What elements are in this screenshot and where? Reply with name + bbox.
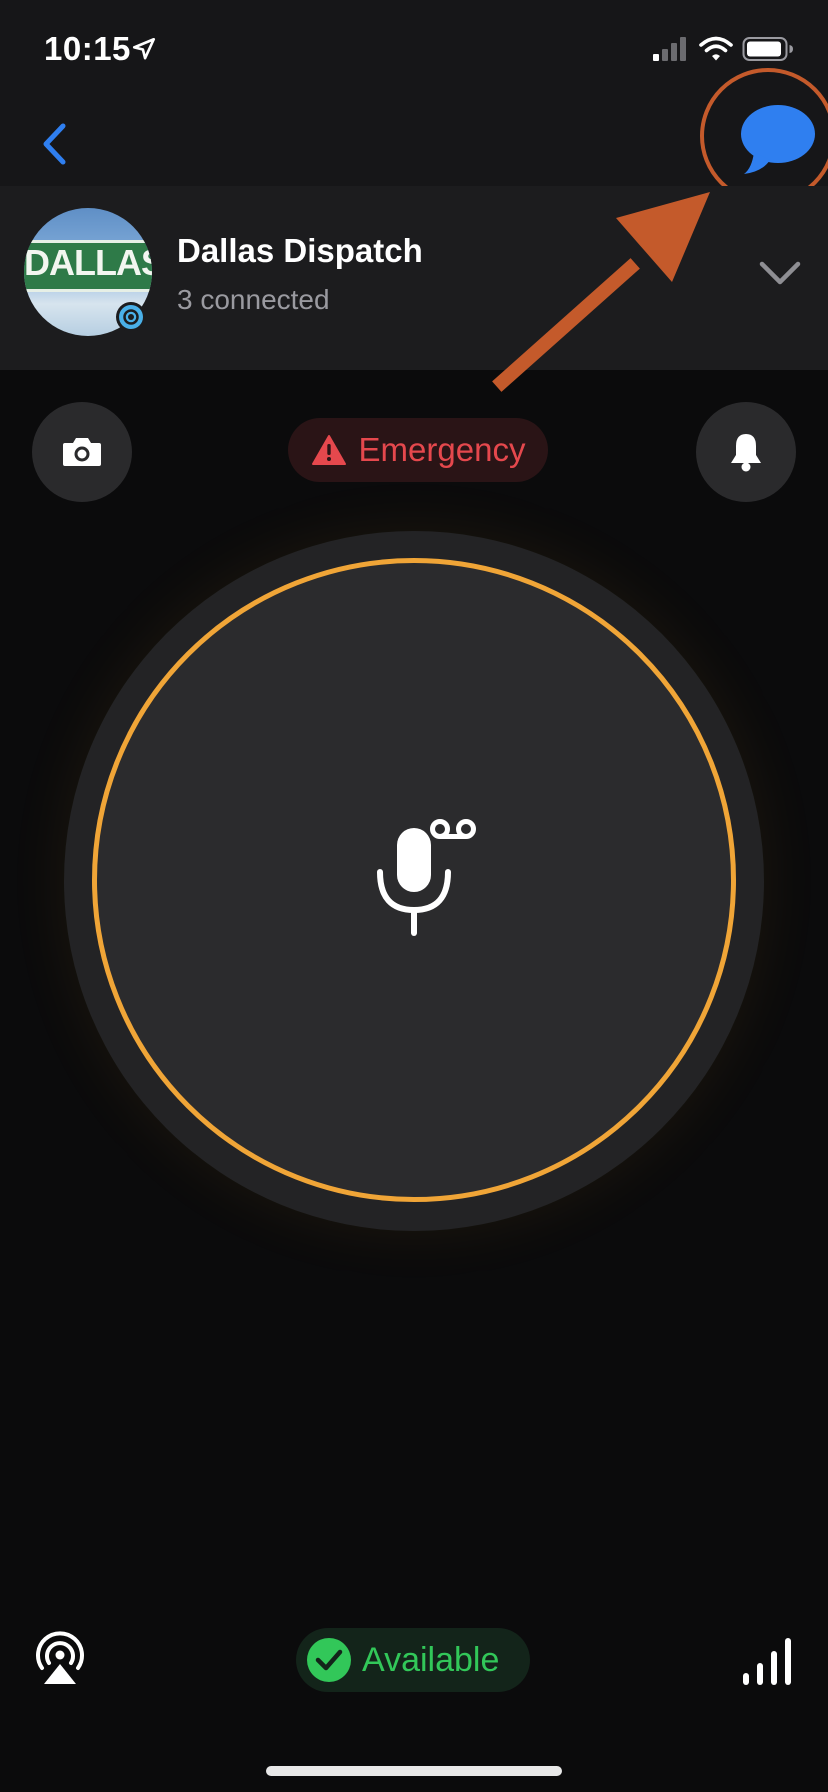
cellular-signal-icon: [653, 37, 686, 61]
signal-bars-icon[interactable]: [740, 1636, 796, 1686]
location-arrow-icon: [132, 37, 156, 60]
warning-triangle-icon: [311, 435, 346, 465]
battery-icon: [742, 37, 793, 61]
connected-count: 3 connected: [177, 284, 330, 315]
wifi-icon: [699, 36, 733, 61]
status-time: 10:15: [44, 30, 131, 67]
home-indicator: [266, 1766, 562, 1776]
annotation-highlight-circle: [700, 68, 828, 204]
availability-button[interactable]: Available: [296, 1628, 530, 1692]
channel-header[interactable]: DALLAS Dallas Dispatch 3 connected: [0, 186, 828, 370]
airplay-icon[interactable]: [32, 1630, 88, 1686]
bell-icon: [731, 434, 761, 472]
channel-name: Dallas Dispatch: [177, 232, 423, 269]
availability-label: Available: [362, 1640, 500, 1679]
microphone-voicemail-icon: [377, 819, 476, 936]
chevron-down-icon[interactable]: [752, 252, 808, 292]
back-chevron-icon: [43, 123, 66, 165]
alert-button[interactable]: [696, 402, 796, 502]
checkmark-icon: [307, 1638, 351, 1682]
camera-button[interactable]: [32, 402, 132, 502]
online-badge-icon: [116, 302, 146, 332]
back-button[interactable]: [32, 118, 76, 170]
status-bar: 10:15: [0, 0, 828, 100]
emergency-label: Emergency: [358, 431, 526, 468]
emergency-button[interactable]: Emergency: [288, 418, 548, 482]
camera-icon: [63, 438, 101, 466]
avatar-sign-text: DALLAS: [24, 242, 152, 283]
